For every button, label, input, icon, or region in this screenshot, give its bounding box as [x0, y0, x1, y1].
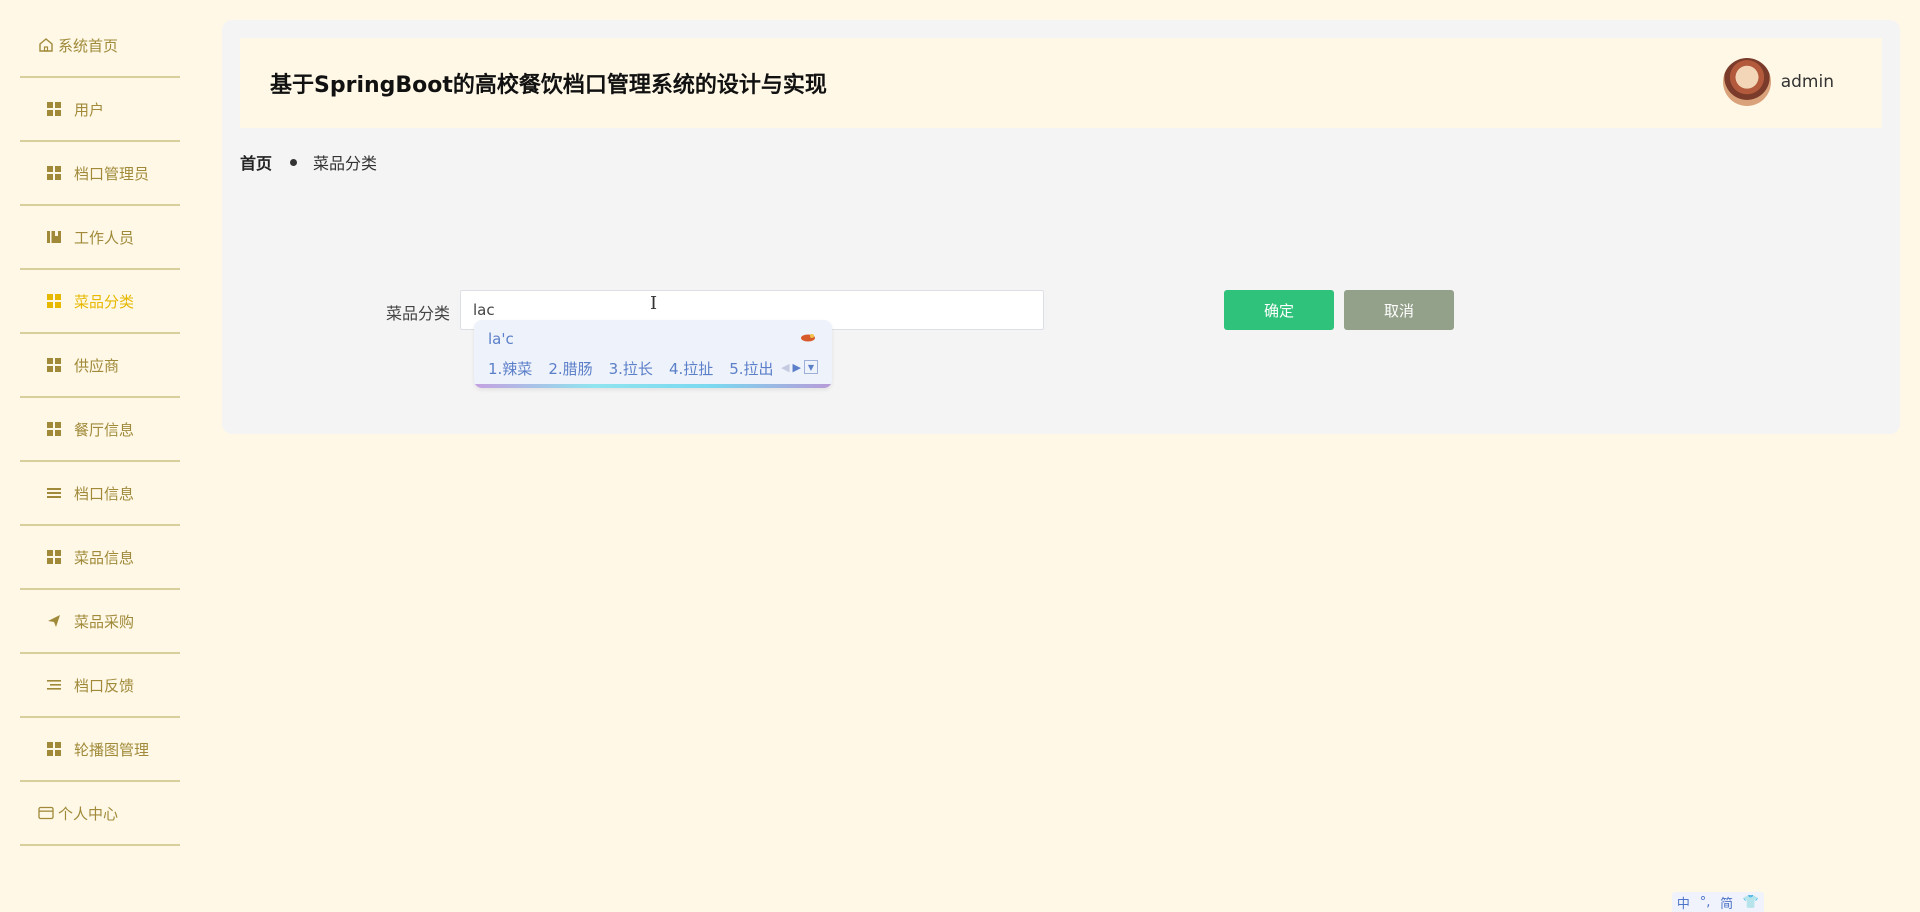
grid-icon	[46, 741, 62, 757]
sidebar-item-label: 档口管理员	[74, 164, 150, 183]
sidebar-item-label: 用户	[74, 100, 105, 119]
ime-candidate[interactable]: 1.辣菜	[488, 358, 532, 379]
ime-prev-icon[interactable]: ◀	[781, 361, 789, 374]
sidebar-item-label: 菜品采购	[74, 612, 135, 631]
sidebar-item-label: 系统首页	[58, 36, 119, 55]
breadcrumb: 首页 菜品分类	[240, 150, 377, 174]
grid-icon	[46, 165, 62, 181]
cancel-button[interactable]: 取消	[1344, 290, 1454, 330]
header: 基于SpringBoot的高校餐饮档口管理系统的设计与实现 admin	[240, 38, 1882, 128]
ime-nav: ◀ ▶ ▼	[781, 360, 818, 374]
sidebar-item-stall-feedback[interactable]: 档口反馈	[20, 654, 180, 718]
sidebar-item-suppliers[interactable]: 供应商	[20, 334, 180, 398]
grid-icon	[46, 101, 62, 117]
sidebar-item-users[interactable]: 用户	[20, 78, 180, 142]
ime-candidate[interactable]: 3.拉长	[609, 358, 653, 379]
avatar[interactable]	[1722, 58, 1771, 106]
ime-next-icon[interactable]: ▶	[793, 361, 801, 374]
grid-icon	[46, 421, 62, 437]
sidebar-item-label: 餐厅信息	[74, 420, 135, 439]
sidebar-item-profile[interactable]: 个人中心	[20, 782, 180, 846]
ime-candidate[interactable]: 5.拉出	[729, 358, 773, 379]
ime-candidate-popup: la'c 1.辣菜 2.腊肠 3.拉长 4.拉扯 5.拉出 ◀ ▶ ▼	[474, 320, 832, 388]
sidebar-item-carousel[interactable]: 轮播图管理	[20, 718, 180, 782]
text-cursor-icon: I	[650, 293, 658, 314]
sidebar: 系统首页用户档口管理员工作人员菜品分类供应商餐厅信息档口信息菜品信息菜品采购档口…	[20, 14, 180, 846]
ime-candidates: 1.辣菜 2.腊肠 3.拉长 4.拉扯 5.拉出	[488, 358, 774, 379]
category-label: 菜品分类	[386, 304, 451, 323]
ime-skin-shirt-icon[interactable]: 👕	[1743, 895, 1759, 910]
send-icon	[46, 613, 62, 629]
ime-status-bar: 中 °, 简 👕	[1672, 892, 1764, 912]
ime-simplified-icon[interactable]: 简	[1720, 893, 1733, 912]
ime-expand-icon[interactable]: ▼	[804, 360, 818, 374]
ime-punct-icon[interactable]: °,	[1700, 895, 1711, 910]
sidebar-item-dish-purchase[interactable]: 菜品采购	[20, 590, 180, 654]
sidebar-item-label: 供应商	[74, 356, 120, 375]
sidebar-item-label: 菜品信息	[74, 548, 135, 567]
page-title: 基于SpringBoot的高校餐饮档口管理系统的设计与实现	[270, 73, 827, 98]
sidebar-item-label: 个人中心	[58, 804, 119, 823]
sidebar-item-label: 档口反馈	[74, 676, 135, 695]
sidebar-item-label: 菜品分类	[74, 292, 135, 311]
user-menu[interactable]: admin	[1722, 58, 1834, 106]
sidebar-item-label: 工作人员	[74, 228, 135, 247]
username[interactable]: admin	[1781, 72, 1834, 92]
grid-icon	[46, 293, 62, 309]
card-icon	[38, 805, 54, 821]
list-indent-icon	[46, 677, 62, 693]
ime-skin-icon[interactable]	[800, 332, 816, 347]
breadcrumb-home[interactable]: 首页	[240, 150, 272, 174]
sidebar-item-label: 档口信息	[74, 484, 135, 503]
sidebar-item-label: 轮播图管理	[74, 740, 150, 759]
breadcrumb-separator	[290, 158, 298, 166]
book-icon	[46, 229, 62, 245]
sidebar-item-dish-info[interactable]: 菜品信息	[20, 526, 180, 590]
ime-candidate[interactable]: 2.腊肠	[548, 358, 592, 379]
grid-icon	[46, 357, 62, 373]
sidebar-item-stall-info[interactable]: 档口信息	[20, 462, 180, 526]
ime-mode-icon[interactable]: 中	[1677, 893, 1690, 912]
breadcrumb-current: 菜品分类	[313, 154, 378, 173]
sidebar-item-restaurant[interactable]: 餐厅信息	[20, 398, 180, 462]
sidebar-item-home[interactable]: 系统首页	[20, 14, 180, 78]
list-icon	[46, 485, 62, 501]
sidebar-item-staff[interactable]: 工作人员	[20, 206, 180, 270]
confirm-button[interactable]: 确定	[1224, 290, 1334, 330]
sidebar-item-stall-admins[interactable]: 档口管理员	[20, 142, 180, 206]
ime-candidate[interactable]: 4.拉扯	[669, 358, 713, 379]
sidebar-item-dish-category[interactable]: 菜品分类	[20, 270, 180, 334]
grid-icon	[46, 549, 62, 565]
home-icon	[38, 37, 54, 53]
ime-pinyin: la'c	[488, 330, 514, 348]
